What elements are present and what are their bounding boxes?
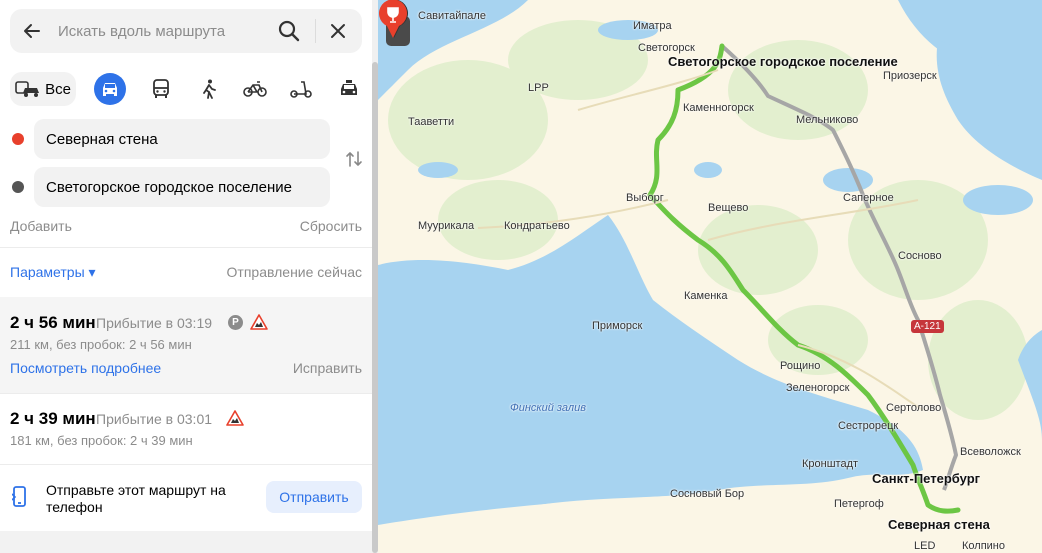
paid-road-badge: P (228, 315, 243, 330)
phone-icon (12, 486, 26, 507)
map-label: Савитайпале (418, 10, 486, 22)
end-pin-icon[interactable] (378, 0, 408, 40)
start-label: Светогорское городское поселение (668, 54, 898, 69)
map-label: Колпино (962, 540, 1005, 552)
map-label: Муурикала (418, 220, 475, 232)
bike-icon (243, 81, 267, 97)
route-arrival: Прибытие в 03:19 (96, 315, 213, 331)
map-label: Кондратьево (504, 220, 570, 232)
route-arrival: Прибытие в 03:01 (96, 411, 213, 427)
map-label: Всеволожск (960, 446, 1021, 458)
map-label: Каменногорск (683, 102, 754, 114)
map-label: Каменка (684, 290, 728, 302)
search-icon[interactable] (278, 20, 300, 42)
map-label: Сосновый Бор (670, 488, 745, 500)
transport-mode-bar: Все (10, 72, 362, 106)
route-option-2[interactable]: 2 ч 39 мин Прибытие в 03:01 181 км, без … (0, 394, 372, 464)
route-details-link[interactable]: Посмотреть подробнее (10, 360, 161, 376)
water-label: Финский залив (510, 402, 586, 414)
waypoint-from-input[interactable]: Северная стена (34, 119, 330, 159)
city-label: Санкт-Петербург (872, 471, 981, 486)
map-label: Светогорск (638, 42, 695, 54)
search-along-route-box[interactable]: Искать вдоль маршрута (10, 9, 362, 53)
send-to-phone-panel: Отправьте этот маршрут на телефон Отправ… (0, 465, 372, 531)
map-label: Рощино (780, 360, 821, 372)
route-distance: 181 км, без пробок: 2 ч 39 мин (10, 433, 193, 448)
map-label: Сестрорецк (838, 420, 899, 432)
map-view[interactable]: Савитайпале Иматра Светогорск LPP Приозе… (378, 0, 1042, 553)
car-bus-icon (15, 81, 40, 97)
mode-walk-button[interactable] (194, 72, 224, 106)
map-label: Петергоф (834, 498, 884, 510)
reset-link[interactable]: Сбросить (300, 218, 362, 234)
map-label: Сосново (898, 250, 942, 262)
map-label: Приморск (592, 320, 643, 332)
road-warning-icon (226, 410, 244, 426)
map-label: Зеленогорск (786, 382, 850, 394)
send-to-phone-text: Отправьте этот маршрут на телефон (46, 482, 226, 515)
route-option-1[interactable]: 2 ч 56 мин Прибытие в 03:19 P 211 км, бе… (0, 297, 372, 393)
map-label: Мельниково (796, 114, 859, 126)
map-label: LED (914, 540, 936, 552)
map-label: Сертолово (886, 402, 942, 414)
map-label: Выборг (626, 192, 664, 204)
waypoint-to-input[interactable]: Светогорское городское поселение (34, 167, 330, 207)
taxi-icon (341, 80, 357, 95)
swap-icon[interactable] (344, 149, 364, 169)
report-error-link[interactable]: Исправить (293, 360, 362, 376)
start-point-marker (12, 133, 24, 145)
send-button[interactable]: Отправить (266, 481, 362, 513)
road-number: A-121 (911, 320, 944, 333)
route-sidebar: Искать вдоль маршрута Все Северная стена (0, 0, 372, 553)
divider (315, 19, 316, 43)
search-input[interactable]: Искать вдоль маршрута (58, 23, 225, 40)
route-duration: 2 ч 39 мин (10, 409, 96, 428)
end-point-marker (12, 181, 24, 193)
mode-scooter-button[interactable] (286, 72, 316, 106)
mode-car-button[interactable] (94, 73, 126, 105)
mode-all-button[interactable]: Все (10, 72, 76, 106)
mode-bus-button[interactable] (146, 72, 176, 106)
scooter-icon (290, 81, 312, 98)
arrow-left-icon[interactable] (22, 21, 42, 41)
mode-all-label: Все (45, 80, 71, 98)
mode-bike-button[interactable] (240, 72, 270, 106)
departure-time-selector[interactable]: Отправление сейчас (227, 264, 362, 280)
add-waypoint-link[interactable]: Добавить (10, 218, 72, 234)
end-label: Северная стена (888, 517, 990, 532)
mode-taxi-button[interactable] (334, 72, 364, 106)
map-label: Приозерск (883, 70, 937, 82)
route-distance: 211 км, без пробок: 2 ч 56 мин (10, 337, 192, 352)
bus-icon (153, 79, 169, 98)
car-icon (103, 83, 117, 96)
map-label: Кронштадт (802, 458, 859, 470)
walk-icon (203, 79, 216, 99)
map-label: Вещево (708, 202, 749, 214)
route-duration: 2 ч 56 мин (10, 313, 96, 332)
route-params-dropdown[interactable]: Параметры ▾ (10, 264, 96, 281)
divider (0, 247, 372, 248)
road-warning-icon (250, 314, 268, 330)
map-label: Тааветти (408, 116, 455, 128)
map-label: Саперное (843, 192, 894, 204)
close-icon[interactable] (328, 21, 348, 41)
map-label: LPP (528, 82, 549, 94)
map-label: Иматра (633, 20, 672, 32)
footer-strip (0, 531, 372, 553)
